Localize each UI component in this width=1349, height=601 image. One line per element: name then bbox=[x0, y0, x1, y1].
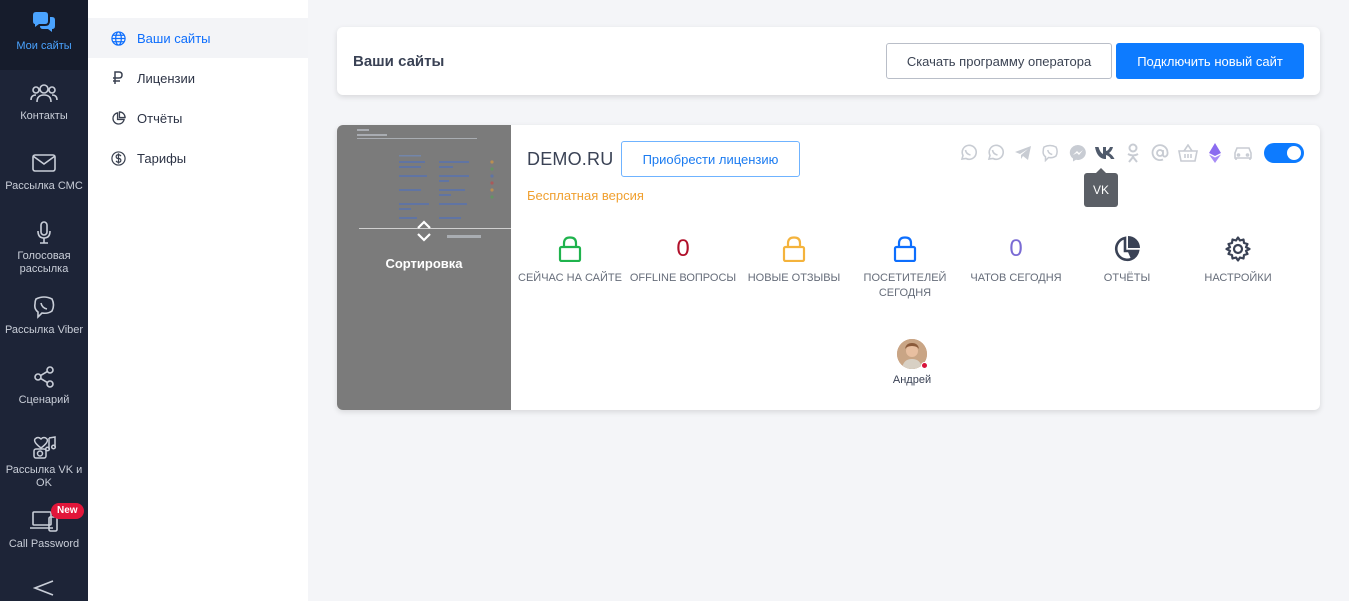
stat-label: НОВЫЕ ОТЗЫВЫ bbox=[747, 272, 841, 284]
odnoklassniki-icon[interactable] bbox=[1119, 142, 1147, 164]
stat-value: 0 bbox=[1009, 235, 1023, 262]
stat-visitors-today[interactable]: ПОСЕТИТЕЛЕЙ СЕГОДНЯ bbox=[850, 233, 960, 301]
operator-name: Андрей bbox=[892, 374, 932, 386]
rail-item-contacts[interactable]: Контакты bbox=[0, 70, 88, 140]
new-badge: New bbox=[51, 503, 84, 519]
basket-icon[interactable] bbox=[1174, 142, 1202, 164]
pie-chart-icon bbox=[1072, 233, 1182, 265]
stat-label: СЕЙЧАС НА САЙТЕ bbox=[518, 272, 622, 284]
email-icon[interactable] bbox=[1147, 142, 1175, 164]
rail-item-call-password[interactable]: New Call Password bbox=[0, 498, 88, 568]
download-operator-app-button[interactable]: Скачать программу оператора bbox=[886, 43, 1112, 79]
telegram-icon[interactable] bbox=[1009, 142, 1037, 164]
stat-label: ОТЧЁТЫ bbox=[1103, 272, 1151, 284]
rail-item-scenario[interactable]: Сценарий bbox=[0, 354, 88, 424]
toggle-knob bbox=[1287, 146, 1301, 160]
buy-license-button[interactable]: Приобрести лицензию bbox=[621, 141, 800, 177]
dollar-circle-icon bbox=[110, 150, 126, 166]
rail-item-viber-broadcast[interactable]: Рассылка Viber bbox=[0, 284, 88, 354]
stat-reports[interactable]: ОТЧЁТЫ bbox=[1072, 233, 1182, 286]
channel-icons bbox=[954, 142, 1257, 164]
microphone-icon bbox=[35, 221, 53, 245]
users-icon bbox=[30, 81, 58, 105]
lock-icon bbox=[739, 233, 849, 265]
rail-item-label: Рассылка СМС bbox=[5, 180, 83, 192]
submenu-item-your-sites[interactable]: Ваши сайты bbox=[88, 18, 308, 58]
rail-item-label: Контакты bbox=[20, 110, 68, 122]
social-broadcast-icon bbox=[31, 435, 57, 459]
stat-offline-questions[interactable]: 0 OFFLINE ВОПРОСЫ bbox=[628, 233, 738, 286]
stat-label: НАСТРОЙКИ bbox=[1204, 272, 1272, 284]
stat-label: ПОСЕТИТЕЛЕЙ СЕГОДНЯ bbox=[863, 272, 947, 299]
page-header-card: Ваши сайты Скачать программу оператора П… bbox=[337, 27, 1320, 95]
avatar bbox=[897, 339, 928, 369]
viber-icon[interactable] bbox=[1037, 142, 1065, 164]
rail-item-label: Сценарий bbox=[18, 394, 70, 406]
sort-label: Сортировка bbox=[385, 256, 463, 271]
globe-icon bbox=[110, 30, 126, 46]
submenu-item-label: Лицензии bbox=[137, 70, 195, 86]
rail-item-label: Рассылка VK и OK bbox=[5, 464, 83, 489]
rail-item-my-sites[interactable]: Мои сайты bbox=[0, 0, 88, 70]
site-thumbnail[interactable]: Сортировка bbox=[337, 125, 511, 410]
page-title: Ваши сайты bbox=[353, 53, 445, 70]
rail-item-label: Рассылка Viber bbox=[4, 324, 84, 336]
car-icon[interactable] bbox=[1229, 142, 1257, 164]
stat-label: OFFLINE ВОПРОСЫ bbox=[629, 272, 737, 284]
operator-status-dot bbox=[921, 362, 928, 369]
site-domain: DEMO.RU bbox=[527, 149, 614, 169]
vk-icon[interactable] bbox=[1092, 142, 1120, 164]
ethereum-icon[interactable] bbox=[1202, 142, 1230, 164]
stat-online-now[interactable]: СЕЙЧАС НА САЙТЕ bbox=[515, 233, 625, 286]
plan-label: Бесплатная версия bbox=[527, 188, 644, 203]
rail-item-sms-broadcast[interactable]: Рассылка СМС bbox=[0, 140, 88, 210]
rail-item-label: Call Password bbox=[8, 538, 80, 550]
ruble-icon bbox=[110, 70, 126, 86]
messenger-icon[interactable] bbox=[1064, 142, 1092, 164]
rail-item-label: Мои сайты bbox=[16, 40, 72, 52]
operator[interactable]: Андрей bbox=[880, 339, 944, 386]
main-navigation-rail: Мои сайты Контакты Рассылка СМС Голосова… bbox=[0, 0, 88, 601]
site-enabled-toggle[interactable] bbox=[1264, 143, 1304, 163]
rail-item-label: Голосовая рассылка bbox=[17, 250, 71, 275]
lock-icon bbox=[850, 233, 960, 265]
stat-value: 0 bbox=[676, 235, 690, 262]
pie-chart-icon bbox=[110, 110, 126, 126]
rail-item-voice-broadcast[interactable]: Голосовая рассылка bbox=[0, 210, 88, 284]
submenu-item-label: Тарифы bbox=[137, 150, 187, 166]
site-stats: СЕЙЧАС НА САЙТЕ 0 OFFLINE ВОПРОСЫ НОВЫЕ … bbox=[518, 233, 1307, 313]
submenu-item-tariffs[interactable]: Тарифы bbox=[88, 138, 308, 178]
vk-tooltip: VK bbox=[1084, 168, 1118, 207]
stat-new-reviews[interactable]: НОВЫЕ ОТЗЫВЫ bbox=[739, 233, 849, 286]
rail-item-vk-ok-broadcast[interactable]: Рассылка VK и OK bbox=[0, 424, 88, 498]
whatsapp-icon[interactable] bbox=[982, 142, 1010, 164]
lock-icon bbox=[515, 233, 625, 265]
site-card: Сортировка DEMO.RU Приобрести лицензию Б… bbox=[337, 125, 1320, 410]
sites-submenu: Ваши сайты Лицензии Отчёты Тарифы bbox=[88, 0, 308, 601]
viber-icon bbox=[32, 295, 56, 319]
chat-bubbles-icon bbox=[31, 11, 57, 35]
submenu-item-reports[interactable]: Отчёты bbox=[88, 98, 308, 138]
submenu-item-licenses[interactable]: Лицензии bbox=[88, 58, 308, 98]
envelope-icon bbox=[32, 151, 56, 175]
preview-divider bbox=[359, 228, 511, 229]
submenu-item-label: Отчёты bbox=[137, 110, 183, 126]
stat-label: ЧАТОВ СЕГОДНЯ bbox=[970, 272, 1062, 284]
submenu-item-label: Ваши сайты bbox=[137, 30, 211, 46]
stat-settings[interactable]: НАСТРОЙКИ bbox=[1183, 233, 1293, 286]
rail-item-more[interactable] bbox=[0, 568, 88, 598]
connect-new-site-button[interactable]: Подключить новый сайт bbox=[1116, 43, 1304, 79]
gear-icon bbox=[1183, 233, 1293, 265]
whatsapp-icon[interactable] bbox=[954, 142, 982, 164]
stat-chats-today[interactable]: 0 ЧАТОВ СЕГОДНЯ bbox=[961, 233, 1071, 286]
sort-arrows-icon bbox=[417, 220, 431, 242]
send-icon bbox=[33, 579, 55, 597]
share-nodes-icon bbox=[32, 365, 56, 389]
